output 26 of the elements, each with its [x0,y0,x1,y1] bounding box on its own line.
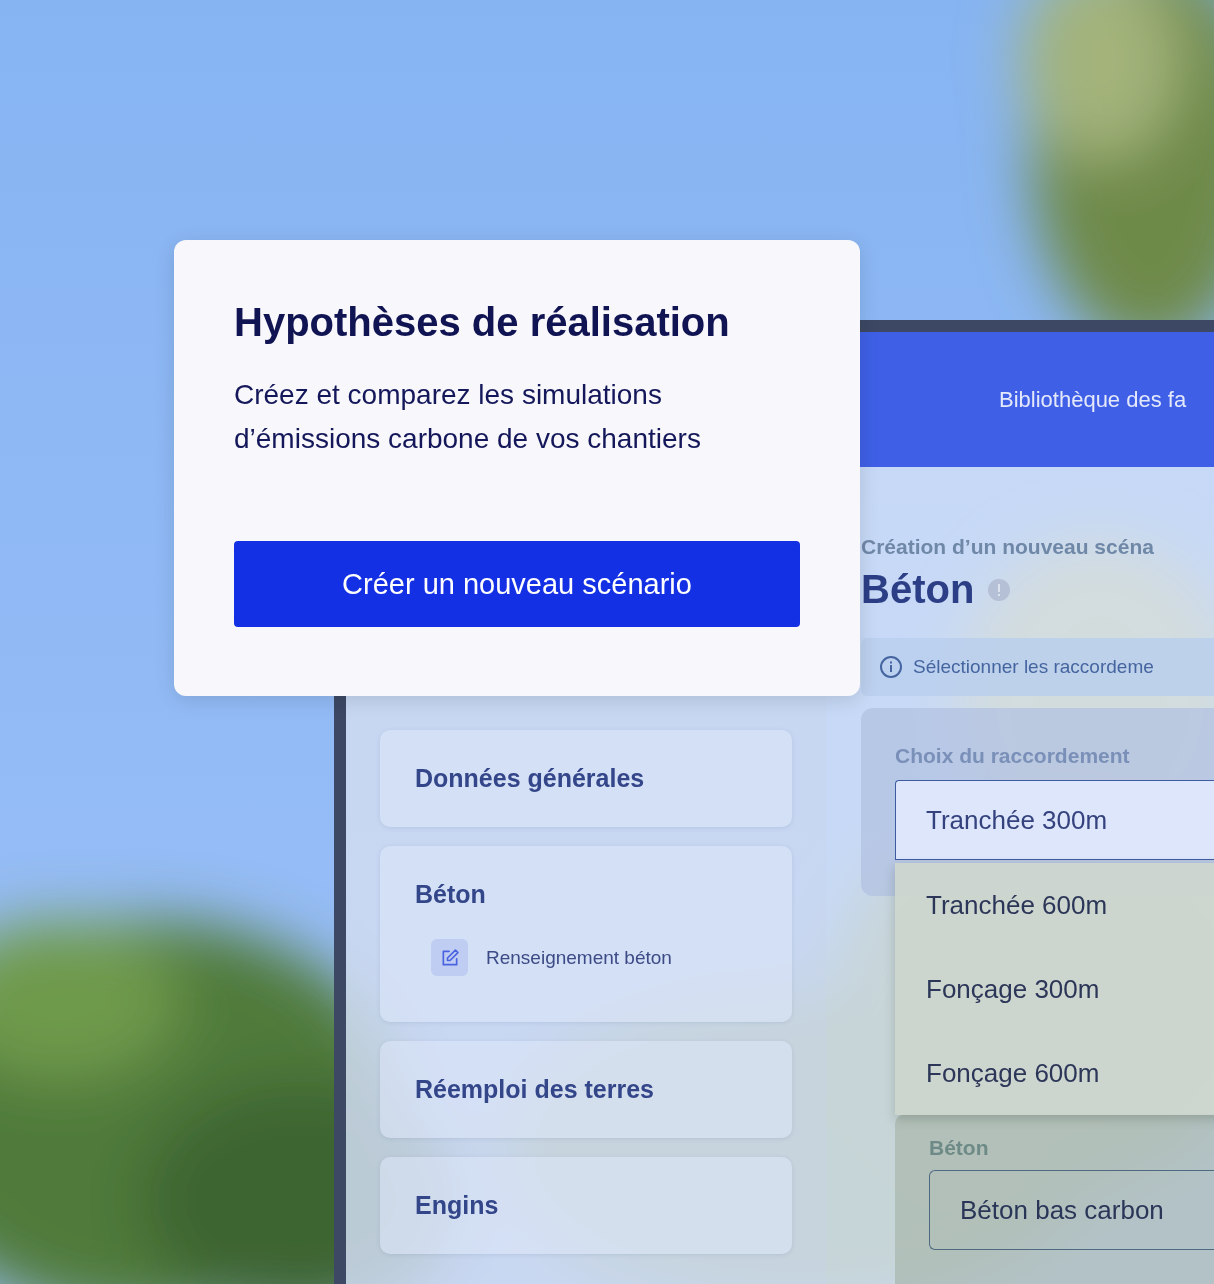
select-field[interactable]: Béton bas carbon [929,1170,1214,1250]
sidebar-item-label: Engins [415,1191,500,1220]
sidebar-item[interactable]: Engins [380,1157,792,1254]
nav-link[interactable]: Bibliothèque des fa [999,386,1187,413]
sidebar-item[interactable]: Réemploi des terres [380,1041,792,1138]
edit-icon [431,939,468,976]
sidebar-item[interactable]: Béton Renseignement béton [380,846,792,1022]
dropdown-option[interactable]: Fonçage 300m [895,947,1214,1031]
sidebar-item-label: Réemploi des terres [415,1075,655,1104]
field-label: Béton [929,1136,990,1160]
dropdown-option[interactable]: Tranchée 600m [895,863,1214,947]
info-icon [879,655,903,679]
create-scenario-button[interactable]: Créer un nouveau scénario [234,541,800,627]
card-description: Créez et comparez les simulations d’émissions carbone de vos chantiers [234,378,702,456]
dropdown-option[interactable]: Fonçage 600m [895,1031,1214,1115]
sidebar-item-label: Données générales [415,764,646,793]
sidebar-item-label: Béton [415,880,487,909]
alert-icon [988,578,1011,601]
page-title: Béton [861,567,975,612]
card-title: Hypothèses de réalisation [234,300,731,345]
sidebar-subitem[interactable]: Renseignement béton [486,946,672,969]
select-field[interactable]: Tranchée 300m [895,780,1214,860]
sidebar-item[interactable]: Données générales [380,730,792,827]
info-text: Sélectionner les raccordeme [913,656,1154,678]
page-subtitle: Création d’un nouveau scéna [861,535,1155,559]
field-label: Choix du raccordement [895,744,1131,768]
